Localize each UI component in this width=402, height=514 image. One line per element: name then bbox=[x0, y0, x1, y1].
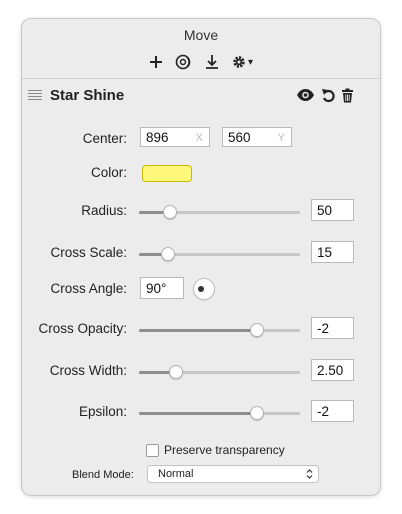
cross-angle-input[interactable]: 90° bbox=[140, 277, 184, 299]
chevron-updown-icon bbox=[306, 468, 313, 486]
effect-name: Star Shine bbox=[50, 87, 125, 104]
radius-row: Radius: 50 bbox=[22, 199, 380, 225]
radius-input[interactable]: 50 bbox=[311, 199, 354, 221]
cross-angle-row: Cross Angle: 90° bbox=[22, 277, 380, 303]
cross-scale-label: Cross Scale: bbox=[50, 245, 127, 260]
cross-width-row: Cross Width: 2.50 bbox=[22, 359, 380, 385]
slider-knob[interactable] bbox=[160, 247, 175, 261]
center-y-value: 560 bbox=[228, 130, 251, 145]
center-x-input[interactable]: 896 X bbox=[140, 127, 210, 147]
plus-icon[interactable] bbox=[149, 52, 163, 72]
trash-icon[interactable] bbox=[341, 88, 354, 108]
eye-icon[interactable] bbox=[296, 88, 315, 107]
toolbar: ▾ bbox=[22, 51, 380, 73]
slider-knob[interactable] bbox=[162, 205, 177, 219]
cross-scale-input[interactable]: 15 bbox=[311, 241, 354, 263]
center-x-placeholder: X bbox=[195, 132, 203, 144]
epsilon-label: Epsilon: bbox=[78, 404, 127, 419]
color-well[interactable] bbox=[142, 165, 192, 182]
cross-scale-row: Cross Scale: 15 bbox=[22, 241, 380, 267]
preserve-transparency-checkbox[interactable] bbox=[146, 443, 159, 457]
color-row: Color: bbox=[22, 161, 380, 187]
layers-icon[interactable] bbox=[175, 52, 193, 72]
blend-mode-value: Normal bbox=[158, 468, 194, 480]
gear-icon bbox=[233, 56, 245, 68]
slider-knob[interactable] bbox=[249, 323, 264, 337]
center-row: Center: 896 X 560 Y bbox=[22, 127, 380, 153]
cross-opacity-slider[interactable] bbox=[139, 320, 300, 340]
radius-slider[interactable] bbox=[139, 202, 300, 222]
chevron-down-icon: ▾ bbox=[247, 56, 254, 68]
center-x-value: 896 bbox=[146, 130, 169, 145]
cross-width-input[interactable]: 2.50 bbox=[311, 359, 354, 381]
preserve-transparency-label: Preserve transparency bbox=[164, 443, 285, 457]
gear-menu-button[interactable]: ▾ bbox=[231, 52, 253, 72]
cross-opacity-row: Cross Opacity: -2 bbox=[22, 317, 380, 343]
epsilon-slider[interactable] bbox=[139, 403, 300, 423]
drag-handle-icon[interactable] bbox=[28, 90, 42, 102]
center-label: Center: bbox=[82, 131, 127, 146]
blend-mode-label: Blend Mode: bbox=[72, 469, 134, 481]
radius-label: Radius: bbox=[81, 203, 127, 218]
reset-icon[interactable] bbox=[321, 87, 335, 108]
color-label: Color: bbox=[90, 165, 127, 180]
cross-opacity-input[interactable]: -2 bbox=[311, 317, 354, 339]
slider-knob[interactable] bbox=[249, 406, 264, 420]
cross-width-slider[interactable] bbox=[139, 362, 300, 382]
cross-angle-label: Cross Angle: bbox=[50, 281, 127, 296]
download-icon[interactable] bbox=[205, 52, 219, 72]
cross-width-label: Cross Width: bbox=[49, 363, 127, 378]
cross-opacity-label: Cross Opacity: bbox=[38, 321, 127, 336]
epsilon-input[interactable]: -2 bbox=[311, 400, 354, 422]
center-y-placeholder: Y bbox=[277, 132, 285, 144]
effect-panel: Move ▾ Star Shine Center: 896 X 560 Y Co… bbox=[21, 18, 381, 496]
epsilon-row: Epsilon: -2 bbox=[22, 400, 380, 426]
center-y-input[interactable]: 560 Y bbox=[222, 127, 292, 147]
divider bbox=[22, 78, 380, 79]
effect-header: Star Shine bbox=[22, 85, 380, 111]
cross-scale-slider[interactable] bbox=[139, 244, 300, 264]
preserve-transparency-row: Preserve transparency bbox=[146, 443, 285, 457]
slider-knob[interactable] bbox=[169, 365, 184, 379]
angle-dial[interactable] bbox=[193, 278, 215, 300]
blend-mode-select[interactable]: Normal bbox=[147, 465, 319, 483]
panel-title: Move bbox=[183, 27, 219, 43]
